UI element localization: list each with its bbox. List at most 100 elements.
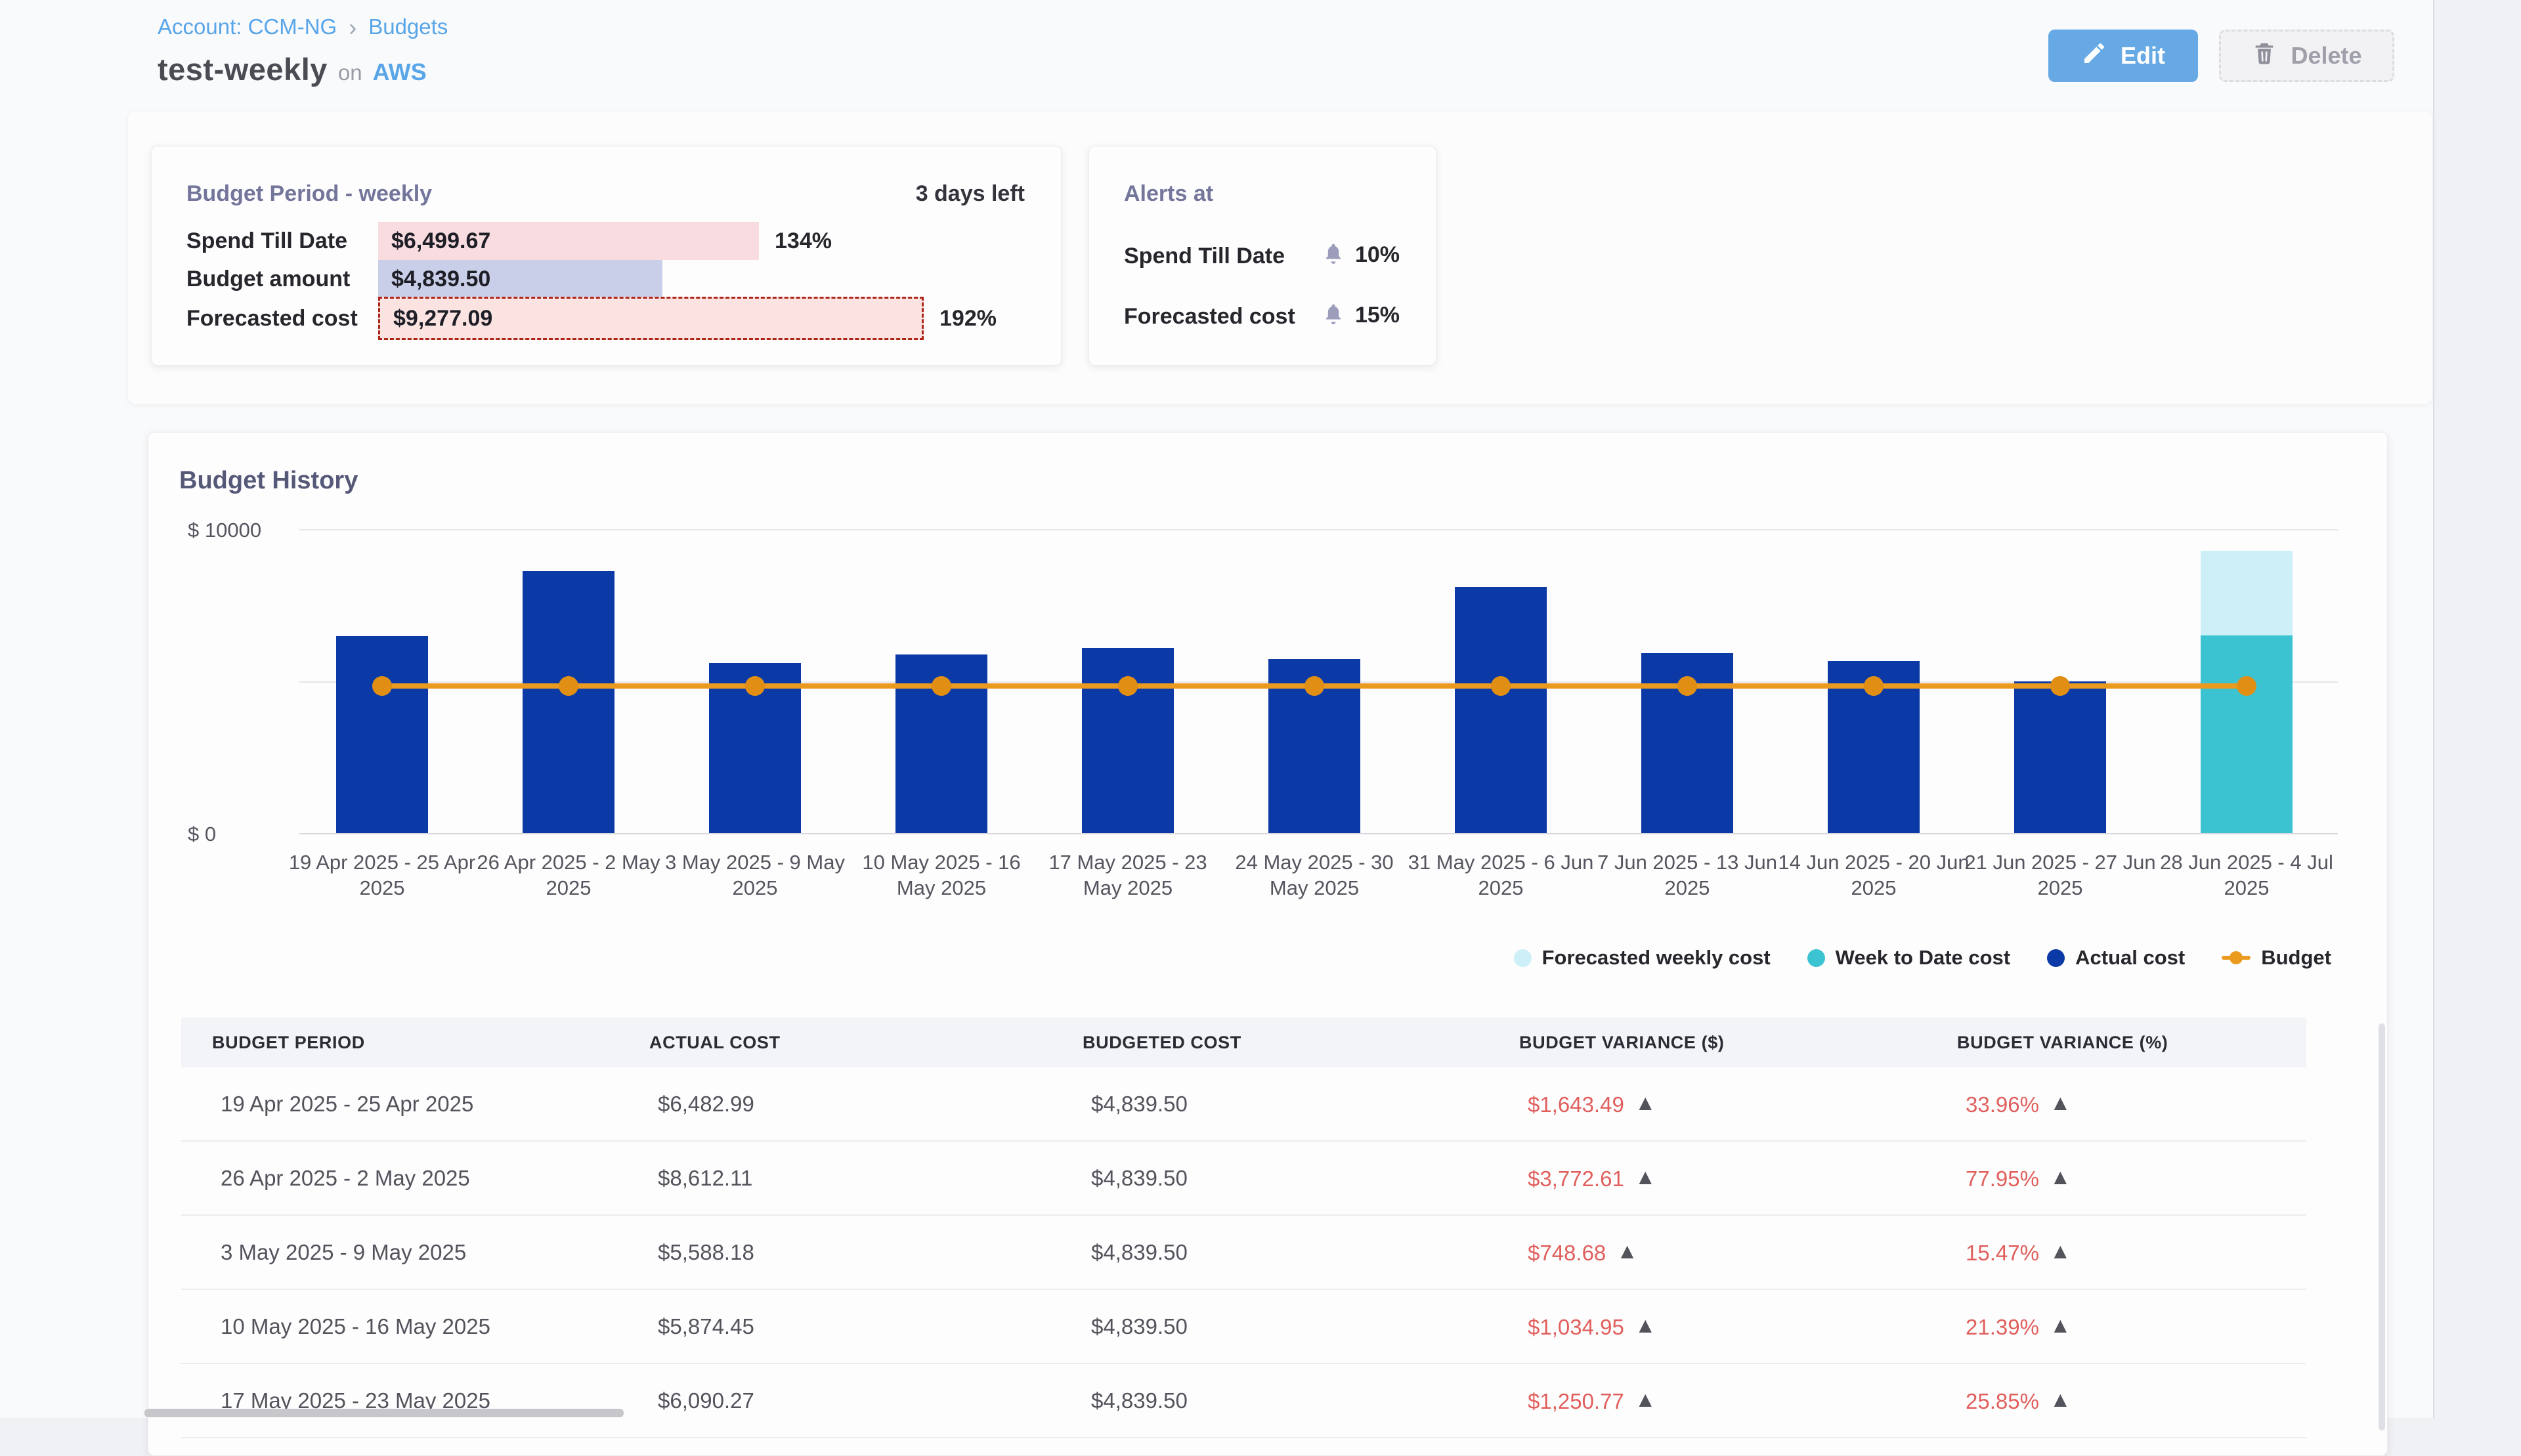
legend-label: Actual cost [2075, 946, 2185, 970]
variance-up-icon: ▲ [2050, 1165, 2071, 1189]
breadcrumb-budgets-link[interactable]: Budgets [368, 14, 448, 39]
budget-history-table: BUDGET PERIODACTUAL COSTBUDGETED COSTBUD… [181, 1017, 2306, 1438]
x-axis-category-label: 21 Jun 2025 - 27 Jun 2025 [1962, 849, 2159, 901]
forecasted-weekly-bar[interactable] [2201, 551, 2293, 635]
budget-period-bar: $4,839.50 [378, 260, 662, 298]
cell-budget-variance-pct: 77.95%▲ [1966, 1165, 2306, 1191]
budget-line-point[interactable] [2237, 676, 2256, 696]
breadcrumb-account-link[interactable]: Account: CCM-NG [158, 14, 337, 39]
pencil-icon [2081, 40, 2107, 72]
alerts-card: Alerts at Spend Till Date10% Forecasted c… [1088, 146, 1436, 366]
budget-history-chart: $ 10000$ 019 Apr 2025 - 25 Apr 202526 Ap… [148, 433, 2388, 945]
budget-history-card: Budget History $ 10000$ 019 Apr 2025 - 2… [148, 432, 2388, 1456]
alerts-title: Alerts at [1124, 181, 1213, 207]
cell-budget-variance-pct: 33.96%▲ [1966, 1090, 2306, 1117]
cell-budgeted-cost: $4,839.50 [1091, 1240, 1528, 1265]
bell-icon [1321, 241, 1346, 269]
cell-budget-variance-pct: 21.39%▲ [1966, 1313, 2306, 1340]
cell-budgeted-cost: $4,839.50 [1091, 1388, 1528, 1413]
budget-period-value: $6,499.67 [391, 228, 490, 254]
chart-legend: Forecasted weekly cost Week to Date cost A… [1514, 946, 2331, 970]
x-axis-category-label: 3 May 2025 - 9 May 2025 [657, 849, 853, 901]
budget-line-point[interactable] [2050, 676, 2070, 696]
legend-label: Week to Date cost [1836, 946, 2010, 970]
alert-threshold-value: 10% [1355, 242, 1400, 268]
budget-period-percent: 134% [775, 228, 832, 254]
cell-budgeted-cost: $4,839.50 [1091, 1092, 1528, 1117]
actual-cost-bar[interactable] [2014, 681, 2106, 833]
budget-line-point[interactable] [1677, 676, 1697, 696]
legend-item-forecasted-weekly-cost[interactable]: Forecasted weekly cost [1514, 946, 1771, 970]
legend-item-budget[interactable]: Budget [2222, 946, 2331, 970]
actual-cost-bar[interactable] [336, 636, 428, 833]
cell-budget-variance-usd: $1,034.95▲ [1528, 1313, 1966, 1340]
edit-button[interactable]: Edit [2048, 30, 2198, 82]
week-to-date-bar[interactable] [2201, 635, 2293, 833]
cell-budget-variance-usd: $1,250.77▲ [1528, 1387, 1966, 1414]
budget-period-row: Spend Till Date$6,499.67134% [152, 222, 1061, 260]
table-column-header: BUDGET VARIANCE ($) [1519, 1033, 1957, 1053]
budget-period-bar: $6,499.67 [378, 222, 759, 260]
alert-threshold-group: 10% [1321, 241, 1400, 269]
content-right-divider [2433, 0, 2434, 1418]
cell-actual-cost: $5,874.45 [658, 1314, 1091, 1339]
alert-threshold-value: 15% [1355, 303, 1400, 328]
table-row: 26 Apr 2025 - 2 May 2025$8,612.11$4,839.… [181, 1142, 2306, 1216]
budget-period-row-label: Forecasted cost [186, 306, 358, 332]
budget-line-point[interactable] [559, 676, 578, 696]
table-column-header: BUDGET PERIOD [212, 1033, 649, 1053]
page-title: test-weekly [158, 51, 328, 87]
horizontal-scrollbar[interactable] [144, 1409, 624, 1417]
cloud-provider-label: AWS [373, 58, 427, 86]
legend-item-actual-cost[interactable]: Actual cost [2047, 946, 2185, 970]
cell-budget-variance-usd: $1,643.49▲ [1528, 1090, 1966, 1117]
budget-period-bar: $9,277.09 [378, 297, 924, 340]
table-vertical-scrollbar[interactable] [2379, 1023, 2385, 1430]
on-label: on [338, 60, 362, 85]
alert-row: Spend Till Date10% [1089, 238, 1436, 276]
table-column-header: ACTUAL COST [649, 1033, 1083, 1053]
breadcrumb-chevron-icon: › [349, 16, 356, 38]
table-row: 3 May 2025 - 9 May 2025$5,588.18$4,839.5… [181, 1216, 2306, 1290]
breadcrumb: Account: CCM-NG › Budgets [158, 14, 448, 39]
content-area: Account: CCM-NG › Budgets test-weekly on… [0, 0, 2433, 1418]
budget-period-row: Budget amount$4,839.50 [152, 260, 1061, 298]
cell-budget-variance-usd: $3,772.61▲ [1528, 1165, 1966, 1191]
variance-up-icon: ▲ [2050, 1090, 2071, 1115]
cell-actual-cost: $5,588.18 [658, 1240, 1091, 1265]
x-axis-category-label: 24 May 2025 - 30 May 2025 [1216, 849, 1413, 901]
legend-label: Budget [2261, 946, 2331, 970]
budget-line-point[interactable] [1864, 676, 1884, 696]
legend-item-week-to-date-cost[interactable]: Week to Date cost [1807, 946, 2010, 970]
budget-line-point[interactable] [372, 676, 392, 696]
delete-button[interactable]: Delete [2219, 30, 2394, 82]
x-axis-category-label: 28 Jun 2025 - 4 Jul 2025 [2148, 849, 2345, 901]
cell-budget-period: 3 May 2025 - 9 May 2025 [221, 1240, 658, 1265]
cell-actual-cost: $6,482.99 [658, 1092, 1091, 1117]
legend-marker [1807, 949, 1825, 967]
x-axis-category-label: 7 Jun 2025 - 13 Jun 2025 [1589, 849, 1786, 901]
budget-period-title: Budget Period - weekly [186, 181, 432, 207]
table-header-row: BUDGET PERIODACTUAL COSTBUDGETED COSTBUD… [181, 1017, 2306, 1067]
budget-line-point[interactable] [932, 676, 951, 696]
trash-icon [2251, 40, 2277, 72]
table-column-header: BUDGETED COST [1083, 1033, 1519, 1053]
budget-period-value: $9,277.09 [393, 306, 492, 332]
alert-row: Forecasted cost15% [1089, 299, 1436, 337]
x-axis-line [299, 833, 2338, 834]
legend-marker [1514, 949, 1532, 967]
actual-cost-bar[interactable] [523, 571, 614, 833]
cell-budget-variance-pct: 15.47%▲ [1966, 1239, 2306, 1266]
budget-period-row: Forecasted cost$9,277.09192% [152, 299, 1061, 337]
legend-marker [2047, 949, 2065, 967]
variance-up-icon: ▲ [1635, 1165, 1656, 1189]
budget-line-point[interactable] [1118, 676, 1138, 696]
budget-detail-page: Account: CCM-NG › Budgets test-weekly on… [0, 0, 2521, 1418]
edit-button-label: Edit [2121, 42, 2165, 70]
budget-line-point[interactable] [745, 676, 765, 696]
cell-budgeted-cost: $4,839.50 [1091, 1314, 1528, 1339]
budget-line-point[interactable] [1491, 676, 1511, 696]
actual-cost-bar[interactable] [1455, 587, 1547, 833]
variance-up-icon: ▲ [2050, 1313, 2071, 1337]
budget-line-point[interactable] [1304, 676, 1324, 696]
